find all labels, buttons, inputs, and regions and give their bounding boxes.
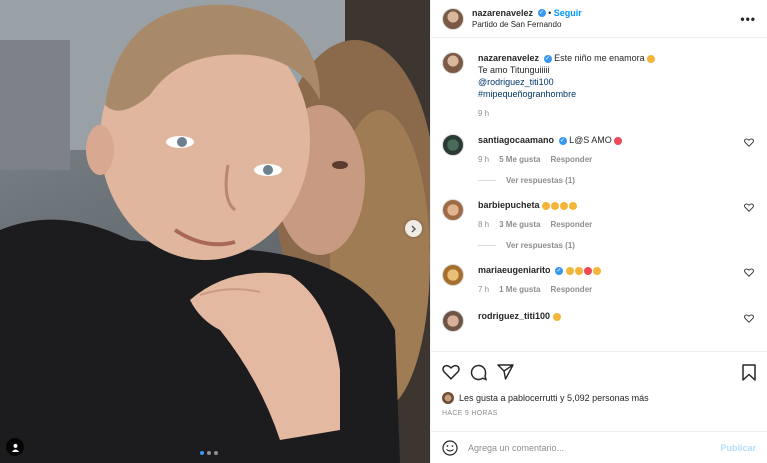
more-options-icon[interactable]: ••• bbox=[740, 12, 756, 26]
heart-eyes-emoji-icon bbox=[551, 201, 560, 210]
location-link[interactable]: Partido de San Fernando bbox=[472, 19, 740, 31]
clap-emoji-icon bbox=[592, 266, 601, 275]
verified-icon: ✓ bbox=[558, 136, 567, 145]
comment: rodriguez_titi100 bbox=[442, 310, 756, 332]
caption-time: 9 h bbox=[478, 109, 490, 118]
comment: barbiepucheta 8 h 3 Me gusta Responder bbox=[442, 199, 756, 231]
like-heart-icon[interactable] bbox=[442, 364, 460, 380]
hashtag-link[interactable]: #mipequeñogranhombre bbox=[478, 88, 756, 100]
comment-time: 7 h bbox=[478, 285, 490, 294]
heart-eyes-emoji-icon bbox=[542, 201, 551, 210]
post-photo[interactable] bbox=[0, 0, 430, 463]
avatar[interactable] bbox=[442, 310, 464, 332]
reply-button[interactable]: Responder bbox=[550, 154, 592, 166]
likes-count[interactable]: Les gusta a pablocerrutti y 5,092 person… bbox=[459, 393, 649, 403]
avatar[interactable] bbox=[442, 199, 464, 221]
view-replies-button[interactable]: Ver respuestas (1) bbox=[478, 241, 756, 250]
reply-button[interactable]: Responder bbox=[550, 219, 592, 231]
header-separator: • bbox=[548, 7, 552, 18]
avatar[interactable] bbox=[442, 264, 464, 286]
comment: santiagocaamano ✓ L@S AMO 9 h 5 Me gusta… bbox=[442, 134, 756, 166]
verified-icon: ✓ bbox=[543, 54, 552, 63]
liker-avatar[interactable] bbox=[442, 392, 454, 404]
carousel-dots bbox=[200, 451, 218, 455]
comment-username[interactable]: rodriguez_titi100 bbox=[478, 311, 550, 321]
emoji-icon[interactable] bbox=[442, 439, 458, 456]
comment-username[interactable]: mariaeugeniarito bbox=[478, 265, 551, 275]
comment-text: L@S AMO bbox=[569, 135, 612, 145]
like-comment-heart-icon[interactable] bbox=[744, 138, 754, 147]
comment-likes[interactable]: 3 Me gusta bbox=[499, 219, 540, 231]
caption: nazarenavelez ✓ Este niño me enamora Te … bbox=[442, 52, 756, 120]
caption-line2: Te amo Titunguiiiii bbox=[478, 65, 550, 75]
verified-icon: ✓ bbox=[555, 266, 564, 275]
verified-icon: ✓ bbox=[537, 9, 546, 18]
carousel-dot bbox=[207, 451, 211, 455]
like-comment-heart-icon[interactable] bbox=[744, 268, 754, 277]
caption-username[interactable]: nazarenavelez bbox=[478, 53, 539, 63]
comment: mariaeugeniarito ✓ 7 h 1 Me gusta Respon… bbox=[442, 264, 756, 296]
view-replies-button[interactable]: Ver respuestas (1) bbox=[478, 176, 756, 185]
comment-username[interactable]: barbiepucheta bbox=[478, 200, 540, 210]
comment-icon[interactable] bbox=[470, 364, 487, 381]
user-icon bbox=[11, 443, 19, 452]
publish-button[interactable]: Publicar bbox=[720, 443, 756, 453]
comment-input[interactable] bbox=[468, 442, 721, 453]
comment-likes[interactable]: 1 Me gusta bbox=[499, 284, 540, 296]
clap-emoji-icon bbox=[565, 266, 574, 275]
add-comment-bar: Publicar bbox=[431, 431, 767, 463]
carousel-dot bbox=[214, 451, 218, 455]
post-actions: Les gusta a pablocerrutti y 5,092 person… bbox=[431, 351, 767, 417]
avatar[interactable] bbox=[442, 134, 464, 156]
header-text: nazarenavelez ✓ • Seguir Partido de San … bbox=[472, 7, 740, 31]
avatar[interactable] bbox=[442, 7, 464, 30]
heart-eyes-emoji-icon bbox=[569, 201, 578, 210]
comments-list: nazarenavelez ✓ Este niño me enamora Te … bbox=[431, 38, 767, 351]
comment-username[interactable]: santiagocaamano bbox=[478, 135, 554, 145]
comment-time: 9 h bbox=[478, 155, 490, 164]
red-heart-emoji-icon bbox=[583, 266, 592, 275]
save-bookmark-icon[interactable] bbox=[742, 363, 756, 381]
follow-button[interactable]: Seguir bbox=[554, 8, 582, 18]
caption-line1: Este niño me enamora bbox=[554, 53, 645, 63]
tagged-users-button[interactable] bbox=[6, 438, 24, 456]
red-heart-emoji-icon bbox=[614, 136, 623, 145]
next-photo-button[interactable] bbox=[405, 220, 422, 237]
like-comment-heart-icon[interactable] bbox=[744, 314, 754, 323]
avatar[interactable] bbox=[442, 52, 464, 74]
heart-eyes-emoji-icon bbox=[552, 312, 561, 321]
mention-link[interactable]: @rodriguez_titi100 bbox=[478, 76, 756, 88]
post-time-ago: HACE 9 HORAS bbox=[442, 410, 498, 417]
header-username[interactable]: nazarenavelez bbox=[472, 8, 533, 18]
like-comment-heart-icon[interactable] bbox=[744, 203, 754, 212]
carousel-dot bbox=[200, 451, 204, 455]
heart-eyes-emoji-icon bbox=[647, 54, 656, 63]
selfie-image bbox=[0, 0, 430, 463]
instagram-post: nazarenavelez ✓ • Seguir Partido de San … bbox=[0, 0, 767, 463]
share-icon[interactable] bbox=[497, 364, 514, 380]
post-header: nazarenavelez ✓ • Seguir Partido de San … bbox=[431, 0, 767, 38]
reply-button[interactable]: Responder bbox=[550, 284, 592, 296]
chevron-right-icon bbox=[411, 225, 416, 232]
comment-likes[interactable]: 5 Me gusta bbox=[499, 154, 540, 166]
heart-eyes-emoji-icon bbox=[560, 201, 569, 210]
post-side-panel: nazarenavelez ✓ • Seguir Partido de San … bbox=[430, 0, 767, 463]
comment-time: 8 h bbox=[478, 220, 490, 229]
clap-emoji-icon bbox=[574, 266, 583, 275]
